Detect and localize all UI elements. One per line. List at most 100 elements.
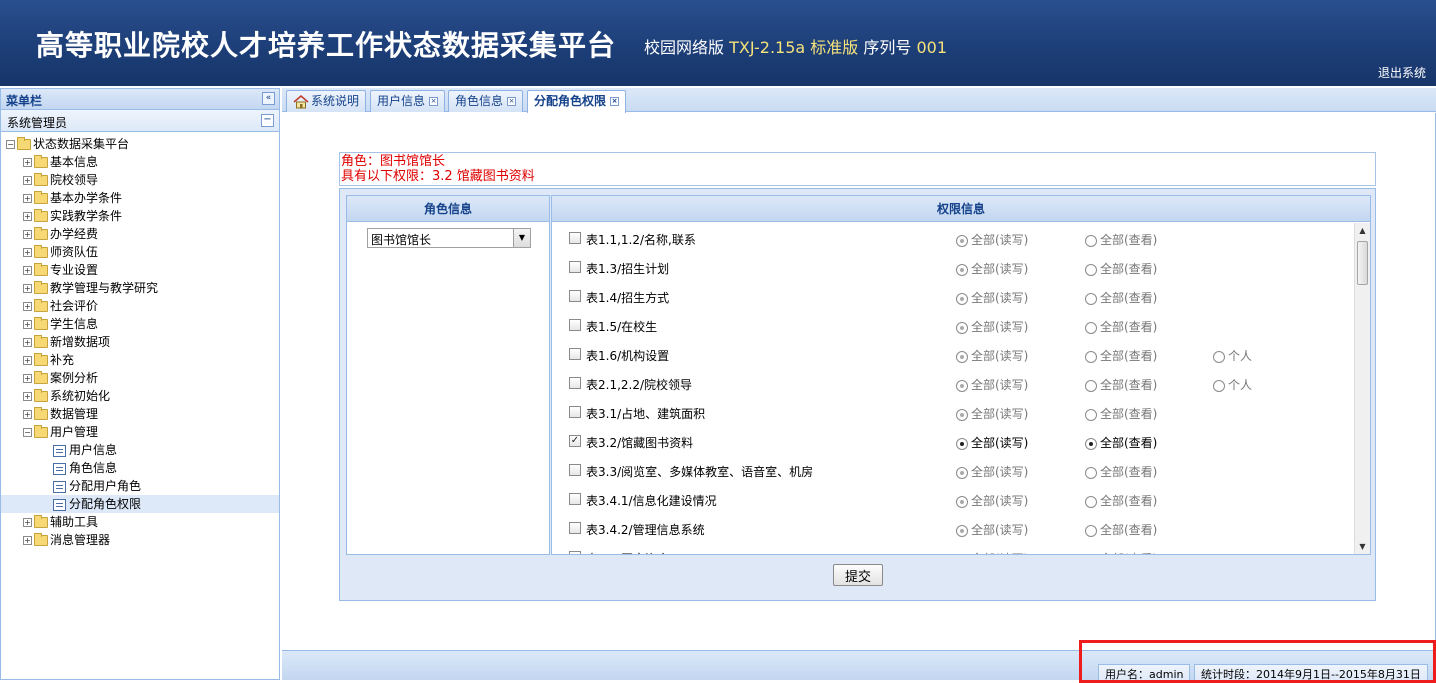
tab-system-info[interactable]: 系统说明 (286, 90, 367, 112)
tab-assign-role-permission[interactable]: 分配角色权限 × (527, 90, 627, 113)
tree-subitem[interactable]: 用户信息 (1, 441, 279, 459)
read-write-radio[interactable]: 全部(读写) (956, 231, 1028, 248)
expand-node-icon[interactable]: + (23, 536, 32, 545)
tree-item[interactable]: + 基本办学条件 (1, 189, 279, 207)
tree-item[interactable]: + 消息管理器 (1, 531, 279, 549)
expand-node-icon[interactable]: + (23, 284, 32, 293)
view-only-radio[interactable]: 全部(查看) (1085, 318, 1157, 335)
view-only-radio[interactable]: 全部(查看) (1085, 347, 1157, 364)
permission-checkbox[interactable] (569, 551, 581, 554)
expand-node-icon[interactable]: + (23, 374, 32, 383)
close-icon[interactable]: × (429, 97, 439, 106)
read-write-radio[interactable]: 全部(读写) (956, 347, 1028, 364)
permission-checkbox[interactable] (569, 377, 581, 389)
read-write-radio[interactable]: 全部(读写) (956, 521, 1028, 538)
expand-node-icon[interactable]: + (23, 320, 32, 329)
tree-item[interactable]: + 专业设置 (1, 261, 279, 279)
close-icon[interactable]: × (610, 97, 620, 106)
tree-item[interactable]: + 案例分析 (1, 369, 279, 387)
tree-item[interactable]: + 教学管理与教学研究 (1, 279, 279, 297)
view-only-radio[interactable]: 全部(查看) (1085, 289, 1157, 306)
permission-checkbox[interactable] (569, 261, 581, 273)
permission-checkbox[interactable] (569, 522, 581, 534)
view-only-radio[interactable]: 全部(查看) (1085, 434, 1157, 451)
tree-item[interactable]: + 学生信息 (1, 315, 279, 333)
expand-node-icon[interactable]: + (23, 230, 32, 239)
tab-role-info[interactable]: 角色信息 × (448, 90, 524, 112)
scroll-thumb[interactable] (1357, 241, 1368, 285)
expand-node-icon[interactable]: + (23, 212, 32, 221)
expand-node-icon[interactable]: + (23, 518, 32, 527)
section-collapse-button[interactable]: − (261, 114, 274, 127)
tree-subitem[interactable]: 分配角色权限 (1, 495, 279, 513)
read-write-radio[interactable]: 全部(读写) (956, 434, 1028, 451)
view-only-radio[interactable]: 全部(查看) (1085, 376, 1157, 393)
radio-label: 全部(查看) (1100, 436, 1158, 450)
permission-checkbox[interactable] (569, 406, 581, 418)
expand-node-icon[interactable]: + (23, 248, 32, 257)
view-only-radio[interactable]: 全部(查看) (1085, 463, 1157, 480)
permission-checkbox[interactable] (569, 464, 581, 476)
expand-node-icon[interactable]: + (23, 302, 32, 311)
expand-node-icon[interactable]: + (23, 176, 32, 185)
view-only-radio[interactable]: 全部(查看) (1085, 231, 1157, 248)
read-write-radio[interactable]: 全部(读写) (956, 492, 1028, 509)
read-write-radio[interactable]: 全部(读写) (956, 376, 1028, 393)
tree-item[interactable]: + 基本信息 (1, 153, 279, 171)
expand-node-icon[interactable]: + (23, 410, 32, 419)
permission-checkbox[interactable] (569, 348, 581, 360)
permission-checkbox[interactable] (569, 290, 581, 302)
expand-node-icon[interactable]: + (23, 194, 32, 203)
tree-item[interactable]: + 师资队伍 (1, 243, 279, 261)
view-only-radio[interactable]: 全部(查看) (1085, 492, 1157, 509)
personal-radio[interactable]: 个人 (1213, 347, 1252, 364)
view-only-radio[interactable]: 全部(查看) (1085, 521, 1157, 538)
tree-item[interactable]: + 社会评价 (1, 297, 279, 315)
tree-item[interactable]: + 辅助工具 (1, 513, 279, 531)
tree-subitem[interactable]: 角色信息 (1, 459, 279, 477)
close-icon[interactable]: × (507, 97, 517, 106)
chevron-down-icon[interactable]: ▼ (513, 229, 530, 247)
permission-checkbox[interactable] (569, 319, 581, 331)
permission-checkbox[interactable] (569, 232, 581, 244)
tree-node-label: 案例分析 (50, 371, 99, 385)
permission-checkbox[interactable] (569, 493, 581, 505)
view-only-radio[interactable]: 全部(查看) (1085, 260, 1157, 277)
expand-node-icon[interactable]: + (23, 356, 32, 365)
tree-item[interactable]: + 数据管理 (1, 405, 279, 423)
collapse-node-icon[interactable]: − (23, 428, 32, 437)
read-write-radio[interactable]: 全部(读写) (956, 550, 1028, 554)
tree-subitem[interactable]: 分配用户角色 (1, 477, 279, 495)
personal-radio[interactable]: 个人 (1213, 376, 1252, 393)
scroll-up-icon[interactable]: ▲ (1355, 223, 1370, 239)
permission-checkbox[interactable]: ✓ (569, 435, 581, 447)
read-write-radio[interactable]: 全部(读写) (956, 260, 1028, 277)
tree-item[interactable]: + 办学经费 (1, 225, 279, 243)
tree-item[interactable]: + 补充 (1, 351, 279, 369)
read-write-radio[interactable]: 全部(读写) (956, 405, 1028, 422)
collapse-node-icon[interactable]: − (6, 140, 15, 149)
tree-item[interactable]: + 新增数据项 (1, 333, 279, 351)
tree-item[interactable]: + 系统初始化 (1, 387, 279, 405)
collapse-sidebar-button[interactable]: « (262, 92, 275, 105)
logout-link[interactable]: 退出系统 (1378, 64, 1426, 81)
view-only-radio[interactable]: 全部(查看) (1085, 550, 1157, 554)
tree-item[interactable]: + 实践教学条件 (1, 207, 279, 225)
sidebar-section[interactable]: 系统管理员 − (1, 110, 279, 132)
tree-item[interactable]: + 院校领导 (1, 171, 279, 189)
read-write-radio[interactable]: 全部(读写) (956, 318, 1028, 335)
tree-root[interactable]: − 状态数据采集平台 (1, 135, 279, 153)
expand-node-icon[interactable]: + (23, 266, 32, 275)
tree-item-user-management[interactable]: − 用户管理 (1, 423, 279, 441)
view-only-radio[interactable]: 全部(查看) (1085, 405, 1157, 422)
expand-node-icon[interactable]: + (23, 158, 32, 167)
expand-node-icon[interactable]: + (23, 338, 32, 347)
role-select[interactable]: 图书馆馆长 ▼ (367, 228, 531, 248)
submit-button[interactable]: 提交 (833, 564, 883, 586)
permission-scrollbar[interactable]: ▲ ▼ (1354, 223, 1370, 554)
tab-user-info[interactable]: 用户信息 × (370, 90, 446, 112)
read-write-radio[interactable]: 全部(读写) (956, 289, 1028, 306)
scroll-down-icon[interactable]: ▼ (1355, 539, 1370, 554)
read-write-radio[interactable]: 全部(读写) (956, 463, 1028, 480)
expand-node-icon[interactable]: + (23, 392, 32, 401)
